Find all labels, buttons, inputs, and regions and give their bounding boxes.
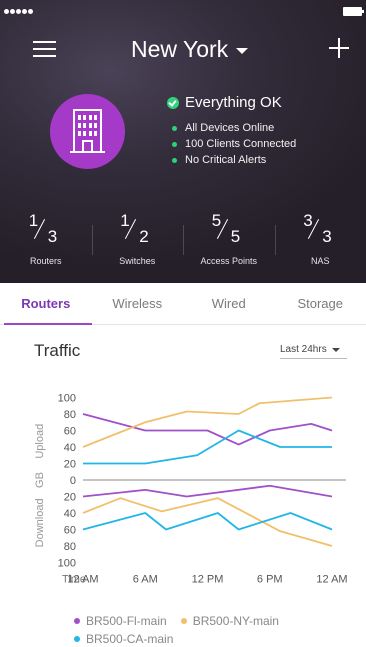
y-tick-label: 80 bbox=[64, 409, 76, 421]
device-fraction: 12 bbox=[112, 211, 162, 247]
online-count: 3 bbox=[303, 211, 313, 230]
download-line-br500-fl-main bbox=[82, 484, 333, 498]
time-range-select[interactable]: Last 24hrs bbox=[280, 341, 347, 359]
legend-swatch bbox=[74, 618, 80, 624]
screen: New York Everything OK All Devices Onlin… bbox=[0, 0, 366, 647]
download-axis-label: Download bbox=[34, 498, 46, 547]
y-tick-label: 60 bbox=[64, 426, 76, 438]
y-tick-label: 0 bbox=[70, 475, 76, 487]
x-tick-label: 12 PM bbox=[192, 574, 224, 586]
location-name: New York bbox=[131, 36, 229, 62]
status-dot-icon bbox=[172, 141, 177, 147]
add-button[interactable] bbox=[329, 38, 349, 58]
tab-storage[interactable]: Storage bbox=[275, 283, 366, 324]
health-item: 100 Clients Connected bbox=[172, 136, 296, 152]
device-fraction: 13 bbox=[21, 211, 71, 247]
traffic-chart: 10080604020020406080100UploadGBDownloadT… bbox=[34, 393, 348, 586]
caret-down-icon bbox=[331, 347, 340, 352]
upload-line-br500-fl-main bbox=[82, 413, 333, 446]
status-dot-icon bbox=[172, 125, 177, 131]
y-tick-label: 40 bbox=[64, 442, 76, 454]
download-line-br500-ca-main bbox=[82, 512, 333, 531]
total-count: 2 bbox=[139, 227, 149, 246]
legend-swatch bbox=[180, 618, 187, 624]
upload-line-br500-ca-main bbox=[83, 429, 332, 465]
menu-button[interactable] bbox=[33, 40, 56, 58]
y-tick-label: 60 bbox=[64, 525, 76, 537]
health-item: No Critical Alerts bbox=[172, 152, 296, 168]
download-line-br500-ny-main bbox=[82, 497, 333, 547]
tab-routers[interactable]: Routers bbox=[0, 283, 92, 325]
health-status: Everything OK bbox=[167, 94, 282, 111]
device-fraction: 55 bbox=[204, 211, 254, 247]
legend-item: BR500-CA-main bbox=[74, 630, 173, 647]
tab-wireless[interactable]: Wireless bbox=[92, 283, 184, 324]
y-tick-label: 20 bbox=[64, 459, 76, 471]
building-icon bbox=[70, 109, 105, 153]
signal-strength-icon bbox=[4, 9, 33, 14]
count-label: Routers bbox=[29, 256, 62, 266]
total-count: 3 bbox=[47, 227, 58, 246]
total-count: 5 bbox=[230, 227, 241, 246]
health-item-text: 100 Clients Connected bbox=[185, 138, 297, 150]
y-tick-label: 100 bbox=[58, 393, 76, 405]
legend-swatch bbox=[74, 636, 80, 642]
location-selector[interactable]: New York bbox=[131, 36, 249, 63]
chart-legend: BR500-Fl-main BR500-NY-main BR500-CA-main bbox=[74, 612, 364, 647]
count-routers[interactable]: 13 Routers bbox=[0, 211, 92, 273]
traffic-title: Traffic bbox=[34, 341, 81, 360]
upload-line-br500-ny-main bbox=[82, 396, 333, 448]
health-item-text: No Critical Alerts bbox=[185, 154, 267, 166]
health-status-title: Everything OK bbox=[185, 94, 282, 111]
count-nas[interactable]: 33 NAS bbox=[274, 211, 366, 273]
count-switches[interactable]: 12 Switches bbox=[91, 211, 184, 273]
online-count: 5 bbox=[211, 211, 222, 230]
health-item: All Devices Online bbox=[172, 120, 296, 136]
total-count: 3 bbox=[322, 227, 332, 246]
y-tick-label: 40 bbox=[64, 508, 76, 520]
site-badge bbox=[50, 94, 125, 169]
legend-item: BR500-NY-main bbox=[180, 612, 279, 630]
status-dot-icon bbox=[172, 157, 177, 163]
online-count: 1 bbox=[28, 211, 39, 230]
upload-axis-label: Upload bbox=[34, 424, 46, 459]
device-fraction: 33 bbox=[295, 211, 345, 247]
health-item-text: All Devices Online bbox=[185, 122, 275, 134]
y-tick-label: 100 bbox=[58, 558, 76, 570]
status-bar bbox=[0, 0, 366, 20]
site-header: New York Everything OK All Devices Onlin… bbox=[0, 0, 366, 283]
gb-axis-label: GB bbox=[34, 472, 46, 488]
x-tick-label: 12 AM bbox=[67, 574, 98, 586]
count-label: Access Points bbox=[200, 256, 258, 266]
count-access-points[interactable]: 55 Access Points bbox=[183, 211, 275, 273]
x-tick-label: 6 AM bbox=[133, 574, 158, 586]
y-tick-label: 20 bbox=[64, 492, 76, 504]
x-tick-label: 12 AM bbox=[316, 574, 347, 586]
caret-down-icon bbox=[236, 48, 249, 54]
online-count: 1 bbox=[120, 211, 130, 230]
count-label: Switches bbox=[119, 256, 156, 266]
check-circle-icon bbox=[167, 96, 179, 109]
health-details: All Devices Online 100 Clients Connected… bbox=[172, 120, 296, 168]
y-tick-label: 80 bbox=[64, 541, 76, 553]
count-label: NAS bbox=[310, 256, 330, 266]
tab-wired[interactable]: Wired bbox=[183, 283, 275, 324]
x-tick-label: 6 PM bbox=[257, 574, 283, 586]
battery-icon bbox=[343, 7, 364, 16]
legend-label: BR500-NY-main bbox=[192, 614, 279, 628]
legend-label: BR500-CA-main bbox=[86, 632, 174, 646]
legend-label: BR500-Fl-main bbox=[86, 614, 167, 628]
device-tabs: Routers Wireless Wired Storage bbox=[0, 283, 366, 325]
time-range-value: Last 24hrs bbox=[280, 344, 327, 355]
device-counts: 13 Routers 12 Switches 55 Access Points … bbox=[0, 211, 366, 273]
legend-item: BR500-Fl-main bbox=[74, 612, 167, 630]
